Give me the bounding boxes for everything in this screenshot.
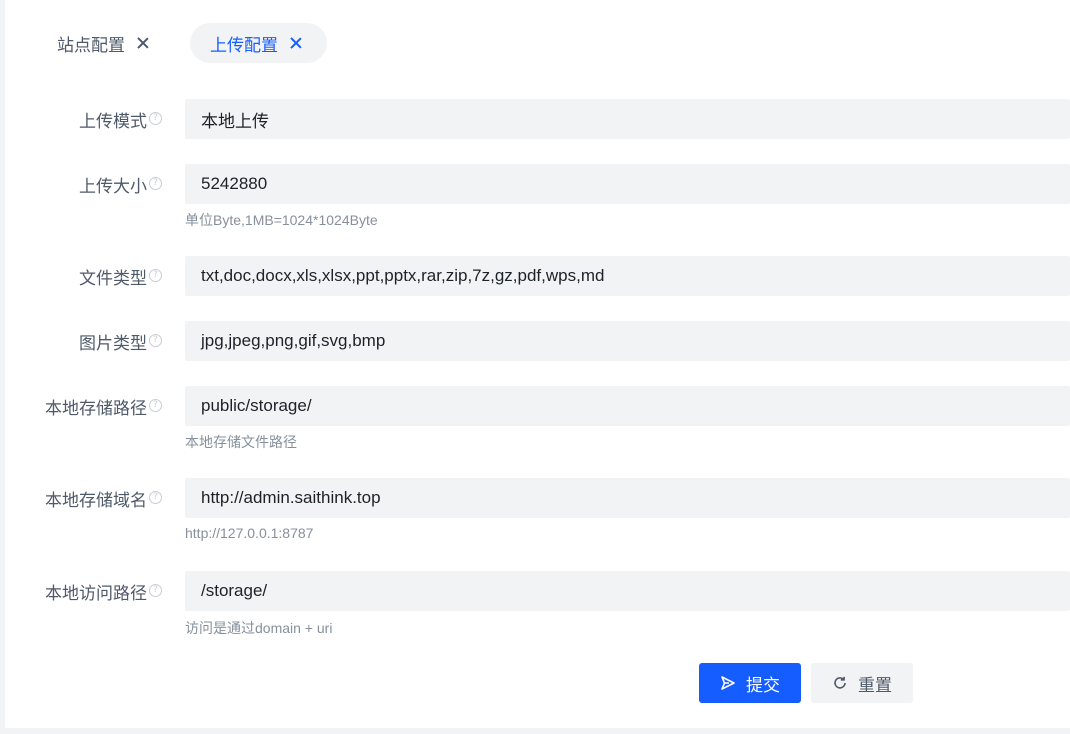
local-access-path-input[interactable]: /storage/ [185,571,1070,611]
tab-site-config[interactable]: 站点配置 [43,23,163,63]
field-hint: 访问是通过domain + uri [185,620,333,636]
local-storage-domain-input[interactable]: http://admin.saithink.top [185,478,1070,518]
field-label: 本地存储路径 [45,398,147,418]
submit-label: 提交 [746,675,780,695]
local-storage-path-input[interactable]: public/storage/ [185,386,1070,426]
field-hint: 本地存储文件路径 [185,434,297,450]
field-label: 上传模式 [79,111,147,131]
upload-mode-select[interactable]: 本地上传 [185,99,1070,139]
tab-upload-config[interactable]: 上传配置 [190,23,327,63]
file-types-input[interactable]: txt,doc,docx,xls,xlsx,ppt,pptx,rar,zip,7… [185,256,1070,296]
field-hint: 单位Byte,1MB=1024*1024Byte [185,212,378,228]
field-label: 本地存储域名 [45,490,147,510]
field-hint: http://127.0.0.1:8787 [185,525,314,541]
send-icon [720,675,736,691]
field-label: 上传大小 [79,176,147,196]
question-circle-icon[interactable]: ? [149,584,162,597]
config-card: 站点配置 上传配置 上传模式 ? 本地上传 上传大小 ? 5242880 单位B… [5,0,1070,728]
image-types-input[interactable]: jpg,jpeg,png,gif,svg,bmp [185,321,1070,361]
question-circle-icon[interactable]: ? [149,491,162,504]
question-circle-icon[interactable]: ? [149,399,162,412]
question-circle-icon[interactable]: ? [149,269,162,282]
close-icon[interactable] [290,37,302,49]
question-circle-icon[interactable]: ? [149,334,162,347]
reset-label: 重置 [858,675,892,695]
field-label: 图片类型 [79,333,147,353]
question-circle-icon[interactable]: ? [149,177,162,190]
reset-button[interactable]: 重置 [811,663,913,703]
upload-size-input[interactable]: 5242880 [185,164,1070,204]
tab-label: 站点配置 [57,35,125,55]
submit-button[interactable]: 提交 [699,663,801,703]
field-label: 本地访问路径 [45,583,147,603]
field-label: 文件类型 [79,268,147,288]
close-icon[interactable] [137,37,149,49]
tab-bar: 站点配置 上传配置 [5,23,1070,63]
question-circle-icon[interactable]: ? [149,112,162,125]
tab-label: 上传配置 [210,35,278,55]
refresh-icon [832,675,848,691]
